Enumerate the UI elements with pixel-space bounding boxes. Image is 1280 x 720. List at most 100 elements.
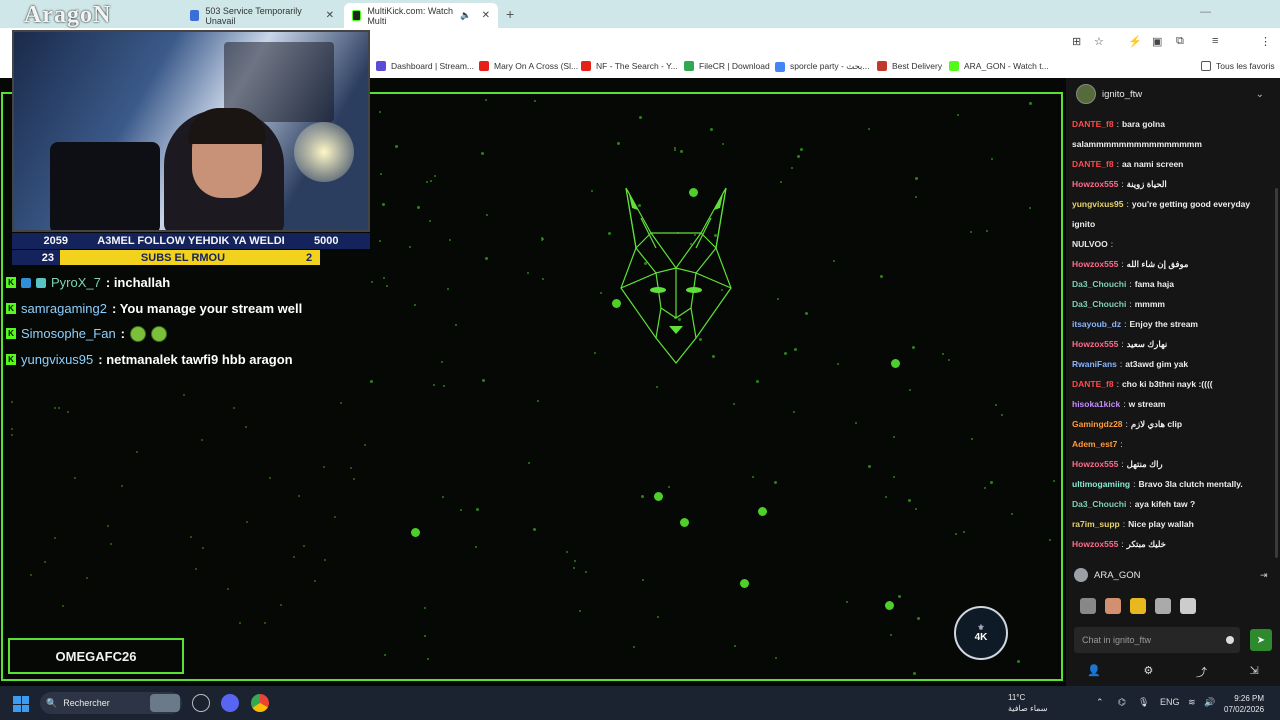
translate-icon[interactable]: ⊞	[1072, 35, 1081, 48]
chat-username[interactable]: Howzox555	[1072, 259, 1118, 269]
chat-scrollbar[interactable]	[1275, 188, 1278, 558]
user-avatar	[1074, 568, 1088, 582]
weather-widget[interactable]: 11°C سماء صافية	[992, 692, 1048, 714]
bookmark-nf-the-search[interactable]: NF - The Search - Y...	[581, 61, 678, 71]
star-dot	[380, 173, 382, 175]
chat-username[interactable]: itsayoub_dz	[1072, 319, 1121, 329]
extension-icon[interactable]: ⚡	[1128, 35, 1142, 48]
eagle-icon: ⚜	[977, 623, 985, 632]
tab-multikick[interactable]: MultiKick.com: Watch Multi 🔈 ✕	[344, 3, 498, 28]
chevron-up-icon[interactable]: ⌃	[1096, 697, 1104, 708]
emote-icon[interactable]	[1105, 598, 1121, 614]
chat-username[interactable]: yungvixus95	[1072, 199, 1124, 209]
chevron-down-icon[interactable]: ⌄	[1256, 89, 1264, 100]
network-icon[interactable]: ⌬	[1118, 697, 1126, 708]
tab-503-error[interactable]: 503 Service Temporarily Unavail ✕	[182, 3, 342, 28]
chat-message: ra7im_supp: Nice play wallah	[1072, 514, 1276, 534]
windows-start-icon[interactable]	[13, 696, 29, 712]
star-dot	[417, 206, 420, 209]
star-dot	[383, 277, 385, 279]
star-emote-icon[interactable]	[1130, 598, 1146, 614]
chrome-icon[interactable]	[251, 694, 269, 712]
chat-username[interactable]: Da3_Chouchi	[1072, 299, 1126, 309]
wifi-icon[interactable]: ≋	[1188, 697, 1196, 708]
exit-icon[interactable]: ⇲	[1249, 664, 1258, 680]
star-dot	[880, 275, 883, 278]
star-dot	[183, 394, 185, 396]
chat-username[interactable]: NULVOO	[1072, 239, 1108, 249]
gear-icon[interactable]: ⚙	[1144, 664, 1154, 680]
discord-icon[interactable]	[221, 694, 239, 712]
language-indicator[interactable]: ENG	[1160, 697, 1180, 707]
star-dot	[915, 508, 917, 510]
star-dot	[202, 547, 204, 549]
minimize-icon[interactable]: —	[1200, 6, 1211, 18]
chat-separator: :	[1124, 319, 1127, 329]
windows-taskbar: 🔍 Rechercher 11°C سماء صافية ⌃ ⌬ 🎙 ENG ≋…	[0, 686, 1280, 720]
chat-username[interactable]: hisoka1kick	[1072, 399, 1120, 409]
star-dot	[942, 353, 944, 355]
chat-username[interactable]: Da3_Chouchi	[1072, 279, 1126, 289]
overlay-chat-feed: K PyroX_7 : inchallah K samragaming2 : Y…	[6, 270, 366, 372]
bookmark-star-icon[interactable]: ☆	[1094, 35, 1104, 48]
speaker-icon[interactable]: 🔈	[460, 10, 471, 21]
bookmark-label: Best Delivery	[892, 61, 943, 71]
volume-icon[interactable]: 🔊	[1204, 697, 1215, 708]
emote-icon[interactable]	[1180, 598, 1196, 614]
chat-message: Da3_Chouchi: fama haja	[1072, 274, 1276, 294]
bookmark-ara-gon[interactable]: ARA_GON - Watch t...	[949, 61, 1049, 71]
task-view-icon[interactable]	[192, 694, 210, 712]
star-dot	[674, 147, 676, 149]
chat-username[interactable]: DANTE_f8	[1072, 119, 1114, 129]
chat-text: aya kifeh taw ?	[1134, 499, 1196, 509]
chat-username[interactable]: RwaniFans	[1072, 359, 1117, 369]
star-dot	[991, 158, 993, 160]
badge-icon	[21, 277, 31, 288]
star-dot	[912, 346, 915, 349]
chat-username[interactable]: ra7im_supp	[1072, 519, 1120, 529]
star-dot	[323, 466, 325, 468]
current-user: ARA_GON	[1074, 568, 1140, 582]
send-button[interactable]: ➤	[1250, 629, 1272, 651]
chat-username[interactable]: Howzox555	[1072, 459, 1118, 469]
bookmark-mary-on-a-cross[interactable]: Mary On A Cross (Sl...	[479, 61, 578, 71]
bookmark-filecr[interactable]: FileCR | Download	[684, 61, 770, 71]
star-dot	[364, 444, 366, 446]
chat-username[interactable]: Da3_Chouchi	[1072, 499, 1126, 509]
reading-list-icon[interactable]: ≡	[1212, 35, 1218, 47]
overlay-chat-user: PyroX_7	[51, 275, 101, 291]
share-icon[interactable]: ⤴	[1196, 664, 1207, 680]
microphone-icon[interactable]: 🎙	[1138, 697, 1149, 708]
chat-username[interactable]: Howzox555	[1072, 339, 1118, 349]
chat-text: at3awd gim yak	[1125, 359, 1189, 369]
bookmark-sporcle[interactable]: sporcle party - بحث...	[775, 61, 870, 72]
chat-username[interactable]: Gamingdz28	[1072, 419, 1123, 429]
chat-username[interactable]: Howzox555	[1072, 179, 1118, 189]
chat-username[interactable]: Adem_est7	[1072, 439, 1117, 449]
emote-icon[interactable]	[1080, 598, 1096, 614]
taskbar-clock[interactable]: 9:26 PM 07/02/2026	[1224, 693, 1264, 715]
chat-username[interactable]: DANTE_f8	[1072, 159, 1114, 169]
chat-username[interactable]: DANTE_f8	[1072, 379, 1114, 389]
tab-close-icon[interactable]: ✕	[482, 10, 490, 21]
bookmark-best-delivery[interactable]: Best Delivery	[877, 61, 942, 71]
search-highlight-icon[interactable]	[150, 694, 180, 712]
emoji-picker-icon[interactable]	[1226, 636, 1234, 644]
new-tab-button[interactable]: +	[506, 6, 514, 22]
all-bookmarks-folder[interactable]: Tous les favoris	[1201, 61, 1275, 71]
star-dot	[970, 231, 972, 233]
emote-icon[interactable]	[1155, 598, 1171, 614]
bookmark-dashboard[interactable]: Dashboard | Stream...	[376, 61, 474, 71]
extension-icon[interactable]: ▣	[1152, 35, 1162, 48]
popout-icon[interactable]: ⇥	[1260, 570, 1268, 581]
extensions-puzzle-icon[interactable]: ⧉	[1176, 35, 1184, 48]
chat-username[interactable]: Howzox555	[1072, 539, 1118, 549]
chat-header[interactable]: ignito_ftw ⌄	[1066, 83, 1280, 105]
add-user-icon[interactable]: 👤	[1087, 664, 1101, 680]
star-dot	[298, 495, 300, 497]
chat-input[interactable]: Chat in ignito_ftw	[1074, 627, 1240, 653]
chat-username[interactable]: ultimogamiing	[1072, 479, 1130, 489]
tab-close-icon[interactable]: ✕	[326, 10, 334, 21]
menu-icon[interactable]: ⋮	[1260, 35, 1271, 48]
star-dot	[855, 422, 857, 424]
